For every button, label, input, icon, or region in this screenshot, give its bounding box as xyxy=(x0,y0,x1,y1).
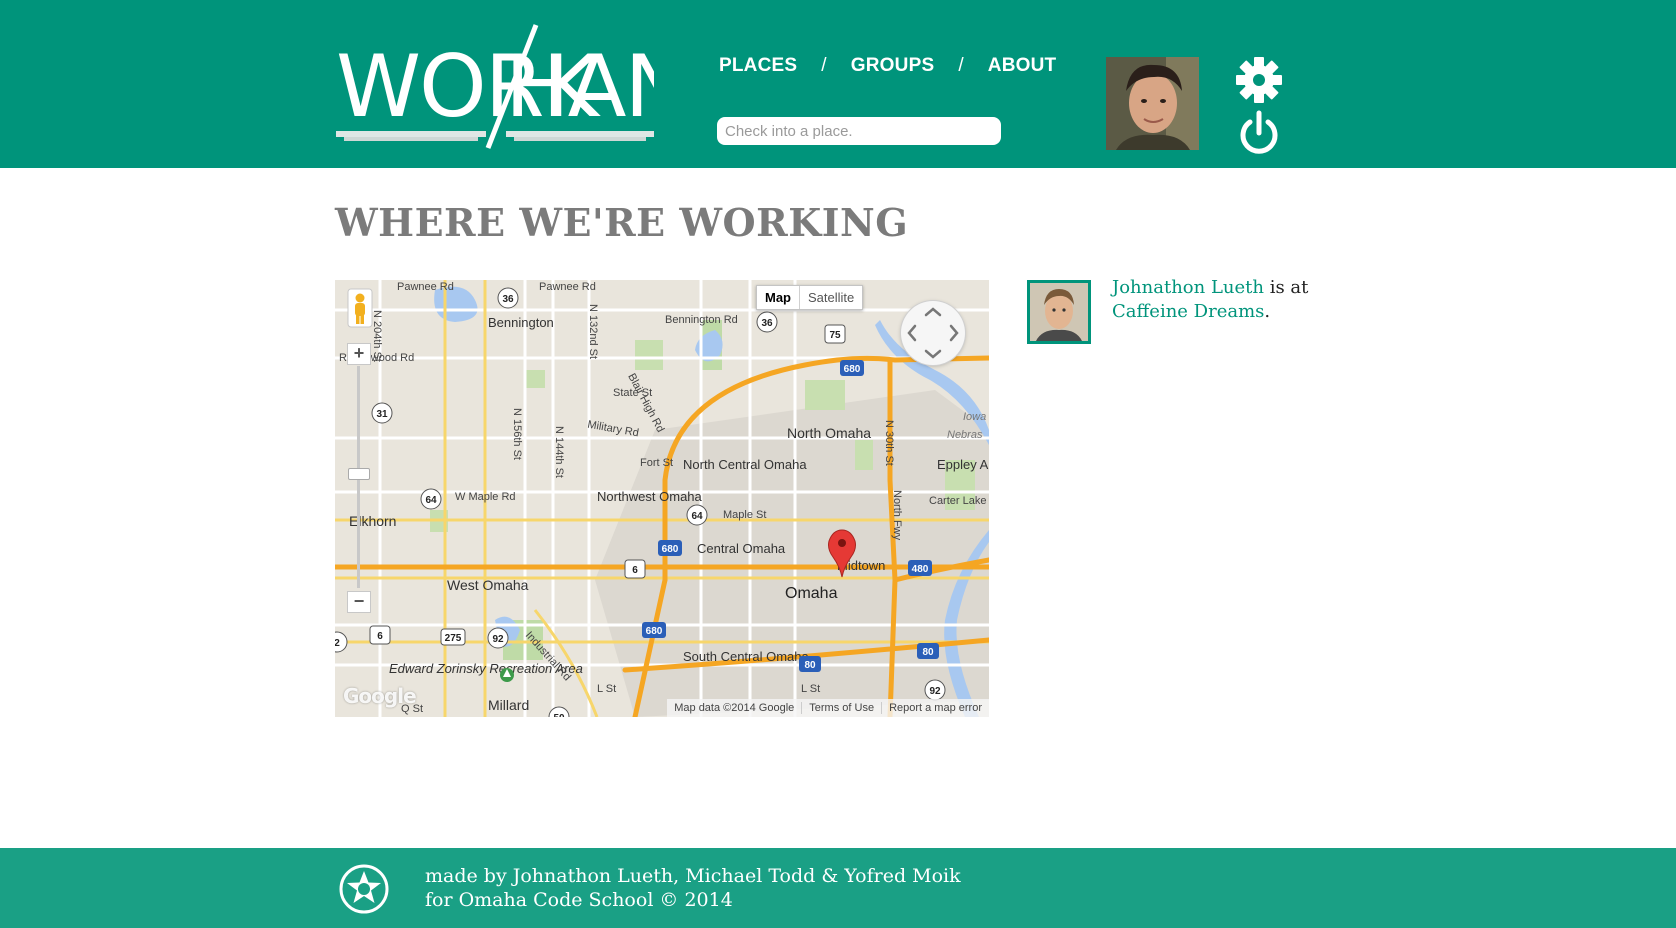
map-label: Eppley Airfield xyxy=(937,457,989,472)
map-label: N 144th St xyxy=(553,426,565,478)
map-label: N 30th St xyxy=(883,420,895,466)
nav-separator: / xyxy=(958,55,964,76)
map-label: Pawnee Rd xyxy=(539,281,596,293)
map-label: Iowa xyxy=(963,411,987,423)
map-label: Bennington Rd xyxy=(665,314,738,326)
map-label: North Fwy xyxy=(891,490,903,541)
map-attribution: Map data ©2014 Google Terms of Use Repor… xyxy=(667,699,989,717)
map-label: Carter Lake xyxy=(929,495,987,507)
nav-separator: / xyxy=(821,55,827,76)
map-label: Central Omaha xyxy=(697,541,786,556)
star-badge-icon xyxy=(339,864,389,914)
logo-word-hang: HANG xyxy=(505,37,654,137)
page-title: WHERE WE'RE WORKING xyxy=(335,200,909,245)
terms-of-use-link[interactable]: Terms of Use xyxy=(801,702,881,714)
pan-left-icon xyxy=(907,324,917,342)
map-marker-icon[interactable] xyxy=(827,529,857,579)
map-label: West Omaha xyxy=(447,577,529,593)
nav-about[interactable]: ABOUT xyxy=(988,55,1057,77)
nav-places[interactable]: PLACES xyxy=(719,55,797,77)
report-map-error-link[interactable]: Report a map error xyxy=(881,702,989,714)
checkin-feed-item: Johnathon Lueth is at Caffeine Dreams. xyxy=(1112,276,1352,324)
pan-right-icon xyxy=(949,324,959,342)
map-label: Maple St xyxy=(723,509,767,521)
map-label: L St xyxy=(597,683,617,695)
map-label: L St xyxy=(801,683,821,695)
zoom-slider-thumb[interactable] xyxy=(348,468,370,480)
laptop-base-right xyxy=(506,131,654,137)
map-label: N 132nd St xyxy=(587,304,599,360)
header: WORK HANG PLACES / GROUPS / ABOUT xyxy=(0,0,1676,168)
zoom-out-button[interactable]: − xyxy=(347,591,371,613)
map-label: Edward Zorinsky Recreation Area xyxy=(389,661,583,676)
map-label: N 156th St xyxy=(511,408,523,460)
feed-user-avatar[interactable] xyxy=(1027,280,1091,344)
workhang-logo[interactable]: WORK HANG xyxy=(336,20,654,150)
main-nav: PLACES / GROUPS / ABOUT xyxy=(719,55,1056,77)
map-type-satellite-button[interactable]: Satellite xyxy=(800,286,862,309)
user-avatar[interactable] xyxy=(1106,57,1199,150)
pan-control[interactable] xyxy=(901,301,965,365)
power-icon[interactable] xyxy=(1238,110,1280,156)
map-data-credit: Map data ©2014 Google xyxy=(674,702,795,714)
map-label: North Omaha xyxy=(787,425,872,441)
map-label: Nebras xyxy=(947,429,983,441)
laptop-base-left xyxy=(336,131,486,137)
map-label: W Maple Rd xyxy=(455,491,516,503)
google-map[interactable]: Pawnee Rd Pawnee Rd Bennington Benningto… xyxy=(335,280,989,717)
map-label: Millard xyxy=(488,697,530,713)
map-type-map-button[interactable]: Map xyxy=(757,286,800,309)
pan-down-icon xyxy=(924,349,942,359)
map-label: Northwest Omaha xyxy=(597,489,702,504)
pan-up-icon xyxy=(924,307,942,317)
feed-place-link[interactable]: Caffeine Dreams xyxy=(1112,301,1264,322)
map-label: Bennington xyxy=(488,315,554,330)
map-label: South Central Omaha xyxy=(683,649,809,664)
feed-user-link[interactable]: Johnathon Lueth xyxy=(1112,277,1264,298)
map-type-control: Map Satellite xyxy=(756,285,864,310)
map-label: Omaha xyxy=(785,585,838,602)
nav-groups[interactable]: GROUPS xyxy=(851,55,935,77)
map-label: Fort St xyxy=(640,457,674,469)
google-logo[interactable]: Google xyxy=(343,684,417,708)
feed-connector: is at xyxy=(1269,277,1309,298)
footer-authors: made by Johnathon Lueth, Michael Todd & … xyxy=(425,865,961,887)
map-label: North Central Omaha xyxy=(683,457,807,472)
footer-school: for Omaha Code School © 2014 xyxy=(425,889,733,911)
feed-end: . xyxy=(1264,301,1271,322)
footer-credits: made by Johnathon Lueth, Michael Todd & … xyxy=(425,864,961,912)
checkin-search-input[interactable] xyxy=(717,117,1001,145)
map-label: Pawnee Rd xyxy=(397,281,454,293)
gear-icon[interactable] xyxy=(1235,56,1283,104)
pegman-icon[interactable] xyxy=(347,288,373,328)
zoom-in-button[interactable]: + xyxy=(347,343,371,365)
